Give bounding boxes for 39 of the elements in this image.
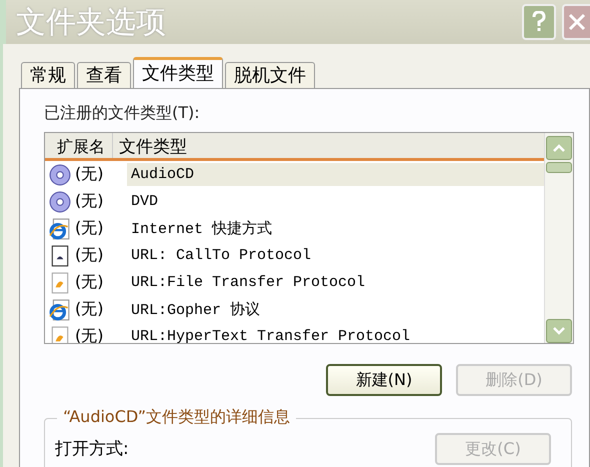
scroll-thumb[interactable] bbox=[546, 162, 572, 173]
caret-up-icon bbox=[553, 144, 565, 152]
close-button[interactable] bbox=[562, 4, 590, 40]
document-icon bbox=[49, 244, 71, 266]
tab[interactable]: 文件类型 bbox=[133, 57, 223, 88]
column-header[interactable]: 文件类型 bbox=[113, 133, 193, 158]
scroll-up-button[interactable] bbox=[546, 136, 572, 160]
open-with-label: 打开方式: bbox=[55, 438, 130, 460]
document-icon bbox=[49, 272, 71, 294]
table-cell-text: (无) bbox=[74, 245, 104, 266]
file-type-item[interactable]: DVD bbox=[127, 190, 544, 213]
file-type-item[interactable]: URL: CallTo Protocol bbox=[127, 244, 544, 267]
file-type-item[interactable]: URL:File Transfer Protocol bbox=[127, 271, 544, 294]
list-label: 已注册的文件类型(T): bbox=[44, 103, 201, 124]
table-cell-text: (无) bbox=[74, 164, 104, 185]
disc-icon bbox=[49, 190, 71, 212]
tab[interactable]: 查看 bbox=[77, 62, 131, 88]
window-title: 文件夹选项 bbox=[16, 4, 167, 42]
help-button[interactable] bbox=[522, 4, 556, 40]
column-header[interactable]: 扩展名 bbox=[45, 133, 113, 158]
table-cell-text: (无) bbox=[74, 218, 104, 239]
table-cell-text: (无) bbox=[74, 272, 104, 293]
caret-down-icon bbox=[553, 327, 565, 335]
browser-icon bbox=[49, 218, 71, 240]
table-cell-text: (无) bbox=[74, 191, 104, 212]
disc-icon bbox=[49, 164, 71, 186]
file-type-item[interactable]: AudioCD bbox=[127, 163, 544, 186]
tab[interactable]: 脱机文件 bbox=[225, 62, 315, 88]
file-type-item[interactable]: Internet 快捷方式 bbox=[127, 216, 544, 241]
file-type-item[interactable]: URL:Gopher 协议 bbox=[127, 297, 544, 322]
browser-icon bbox=[49, 298, 71, 320]
close-icon bbox=[568, 13, 586, 31]
question-mark-icon bbox=[532, 11, 546, 33]
table-cell-text: (无) bbox=[74, 299, 104, 320]
file-type-item[interactable]: URL:HyperText Transfer Protocol bbox=[127, 325, 544, 343]
tab[interactable]: 常规 bbox=[21, 62, 75, 88]
table-cell-text: (无) bbox=[74, 326, 104, 343]
scroll-down-button[interactable] bbox=[546, 319, 572, 343]
push-button[interactable]: 新建(N) bbox=[326, 364, 442, 396]
